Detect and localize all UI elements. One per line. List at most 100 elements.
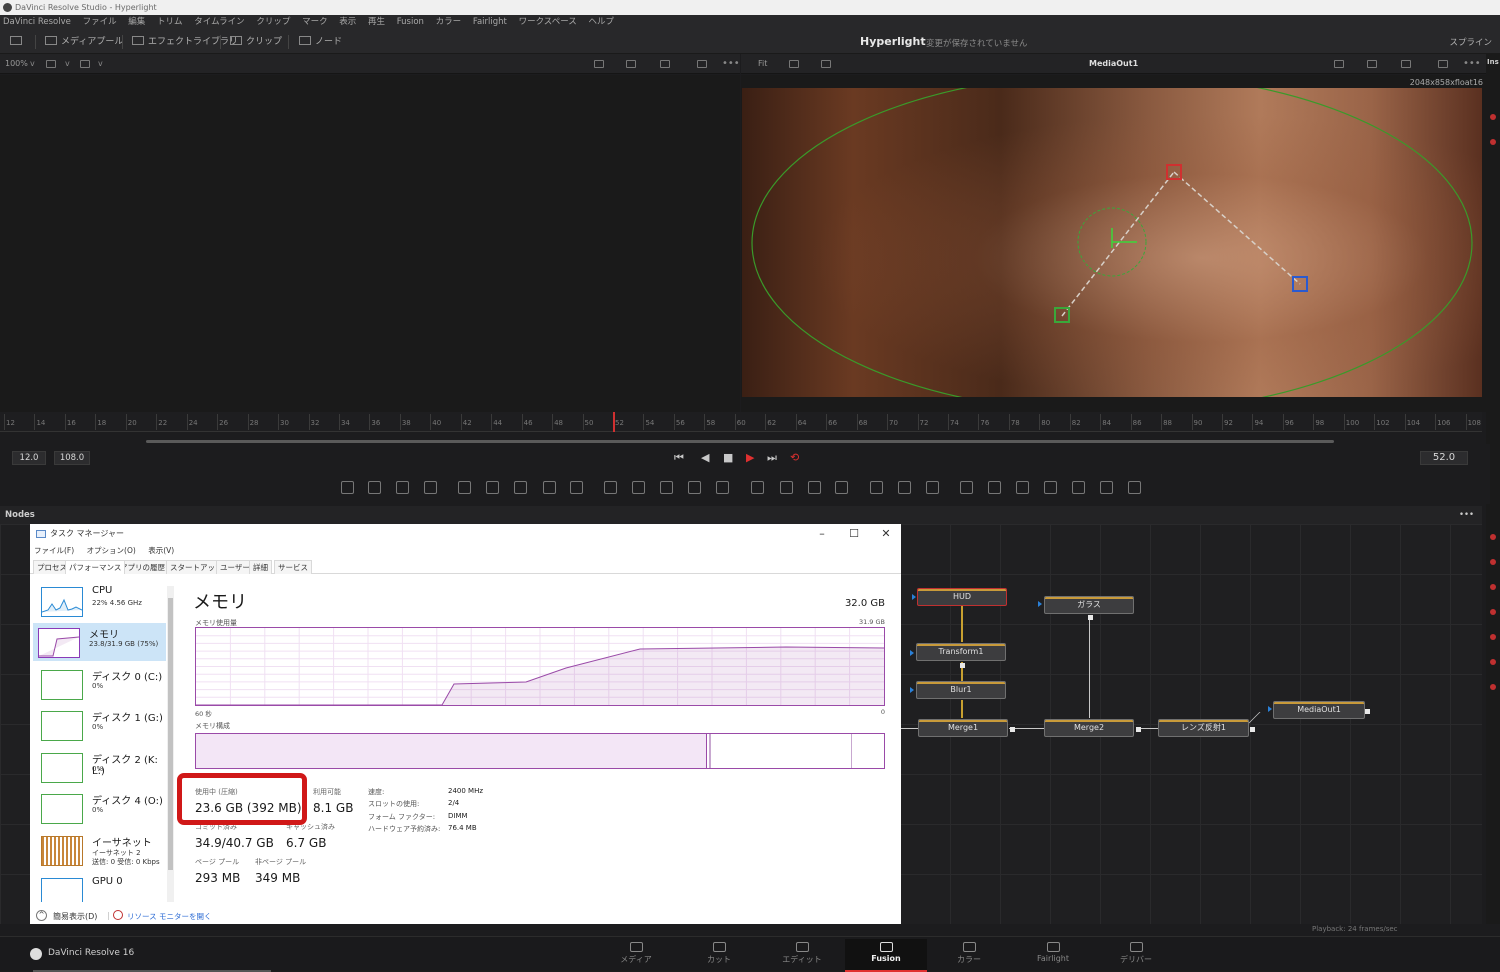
particle-tool-icon[interactable] <box>458 481 471 494</box>
light-3d-icon[interactable] <box>1128 481 1141 494</box>
viewer-options-icon[interactable] <box>80 60 90 68</box>
page-edit[interactable]: エディット <box>761 939 843 972</box>
tm-menu-view[interactable]: 表示(V) <box>148 546 174 555</box>
right-viewer[interactable]: 2048x858xfloat16 <box>741 75 1491 412</box>
brightness-contrast-icon[interactable] <box>570 481 583 494</box>
pmerge-icon[interactable] <box>926 481 939 494</box>
mask-overlay[interactable] <box>742 88 1482 397</box>
page-cut[interactable]: カット <box>678 939 760 972</box>
tm-menu-options[interactable]: オプション(O) <box>87 546 136 555</box>
perf-gpu0[interactable]: GPU 0 <box>36 873 164 902</box>
node-hud[interactable]: HUD <box>917 588 1007 606</box>
play-icon[interactable]: ▶ <box>746 451 754 464</box>
timeline-ruler[interactable]: 12 14 16 18 20 22 24 26 28 30 32 34 36 38 40 42 44 46 48 50… <box>0 412 1482 432</box>
bspline-mask-icon[interactable] <box>835 481 848 494</box>
render-start-field[interactable]: 12.0 <box>12 451 46 465</box>
viewer-layout-icon[interactable] <box>789 60 799 68</box>
inspector-tab[interactable]: Ins <box>1487 58 1499 66</box>
more-options-icon[interactable]: ••• <box>1463 54 1481 74</box>
go-to-end-icon[interactable]: ⏭ <box>767 451 777 465</box>
chevron-down-icon[interactable]: v <box>65 54 70 74</box>
more-options-icon[interactable]: ••• <box>722 54 740 74</box>
viewer-options-icon[interactable] <box>821 60 831 68</box>
fewer-details-link[interactable]: 簡易表示(D) <box>53 911 97 922</box>
clips-button[interactable]: クリップ <box>230 34 282 50</box>
tab-details[interactable]: 詳細 <box>249 560 272 574</box>
tm-menu-file[interactable]: ファイル(F) <box>34 546 74 555</box>
color-curves-icon[interactable] <box>514 481 527 494</box>
fullscreen-icon[interactable] <box>1438 60 1448 68</box>
menu-trim[interactable]: トリム <box>157 17 183 27</box>
menu-fusion[interactable]: Fusion <box>397 17 424 27</box>
merge-3d-icon[interactable] <box>1072 481 1085 494</box>
playhead[interactable] <box>613 412 615 432</box>
stop-icon[interactable]: ■ <box>723 451 733 464</box>
renderer-3d-icon[interactable] <box>1100 481 1113 494</box>
menu-help[interactable]: ヘルプ <box>589 17 615 27</box>
render-end-field[interactable]: 108.0 <box>54 451 90 465</box>
matte-control-icon[interactable] <box>660 481 673 494</box>
loop-icon[interactable]: ⟲ <box>790 451 799 464</box>
prender-icon[interactable] <box>898 481 911 494</box>
node-merge2[interactable]: Merge2 <box>1044 719 1134 737</box>
perf-cpu[interactable]: CPU 22% 4.56 GHz <box>36 582 164 620</box>
perf-disk4[interactable]: ディスク 4 (O:) 0% <box>36 789 164 827</box>
node-lens-flare1[interactable]: レンズ反射1 <box>1158 719 1249 737</box>
perf-disk1[interactable]: ディスク 1 (G:) 0% <box>36 706 164 744</box>
fast-noise-tool-icon[interactable] <box>368 481 381 494</box>
roi-icon[interactable] <box>594 60 604 68</box>
sidebar-scroll-thumb[interactable] <box>168 598 173 870</box>
menu-view[interactable]: 表示 <box>339 17 356 27</box>
pemitter-icon[interactable] <box>870 481 883 494</box>
page-fusion[interactable]: Fusion <box>845 939 927 972</box>
roi-icon[interactable] <box>1334 60 1344 68</box>
menu-timeline[interactable]: タイムライン <box>194 17 244 27</box>
transform-tool-icon[interactable] <box>688 481 701 494</box>
menu-mark[interactable]: マーク <box>302 17 328 27</box>
rectangle-mask-icon[interactable] <box>751 481 764 494</box>
resize-tool-icon[interactable] <box>716 481 729 494</box>
hue-curves-icon[interactable] <box>543 481 556 494</box>
minimize-icon[interactable]: – <box>806 524 838 544</box>
resource-monitor-link[interactable]: リソース モニターを開く <box>127 911 212 922</box>
maximize-icon[interactable]: ☐ <box>838 524 870 544</box>
menu-file[interactable]: ファイル <box>83 17 117 27</box>
ellipse-mask-icon[interactable] <box>780 481 793 494</box>
chevron-down-icon[interactable]: v <box>98 54 103 74</box>
spline-button[interactable]: スプライン <box>1449 36 1492 48</box>
image-plane-3d-icon[interactable] <box>960 481 973 494</box>
paint-tool-icon[interactable] <box>424 481 437 494</box>
blur-tool-icon[interactable] <box>604 481 617 494</box>
menu-workspace[interactable]: ワークスペース <box>519 17 577 27</box>
current-frame-field[interactable]: 52.0 <box>1420 451 1468 465</box>
node-glass[interactable]: ガラス <box>1044 596 1134 614</box>
shape-3d-icon[interactable] <box>988 481 1001 494</box>
node-transform1[interactable]: Transform1 <box>916 643 1006 661</box>
viewer-layout-icon[interactable] <box>46 60 56 68</box>
close-icon[interactable]: ✕ <box>870 524 902 544</box>
left-viewer-zoom[interactable]: 100% <box>5 54 28 74</box>
nodes-button[interactable]: ノード <box>299 34 342 50</box>
camera-3d-icon[interactable] <box>1044 481 1057 494</box>
task-manager-title-bar[interactable]: タスク マネージャー – ☐ ✕ <box>30 524 901 544</box>
task-manager-window[interactable]: タスク マネージャー – ☐ ✕ ファイル(F) オプション(O) 表示(V) … <box>30 524 901 934</box>
menu-edit[interactable]: 編集 <box>128 17 145 27</box>
effects-library-button[interactable]: エフェクトライブラリ <box>132 34 238 50</box>
go-to-start-icon[interactable]: ⏮ <box>674 451 684 465</box>
page-deliver[interactable]: デリバー <box>1095 939 1177 972</box>
color-corrector-icon[interactable] <box>486 481 499 494</box>
timeline-scrollbar[interactable] <box>0 432 1482 444</box>
text-3d-icon[interactable] <box>1016 481 1029 494</box>
tab-services[interactable]: サービス <box>274 560 312 574</box>
perf-disk0[interactable]: ディスク 0 (C:) 0% <box>36 665 164 703</box>
text-tool-icon[interactable] <box>396 481 409 494</box>
lut-icon[interactable] <box>660 60 670 68</box>
timeline-scroll-thumb[interactable] <box>146 440 1334 443</box>
panel-toggle-button[interactable] <box>10 34 26 50</box>
page-fairlight[interactable]: Fairlight <box>1012 939 1094 972</box>
more-options-icon[interactable]: ••• <box>1459 506 1474 524</box>
page-media[interactable]: メディア <box>595 939 677 972</box>
lut-icon[interactable] <box>1401 60 1411 68</box>
sidebar-scrollbar[interactable] <box>167 586 174 902</box>
fullscreen-icon[interactable] <box>697 60 707 68</box>
